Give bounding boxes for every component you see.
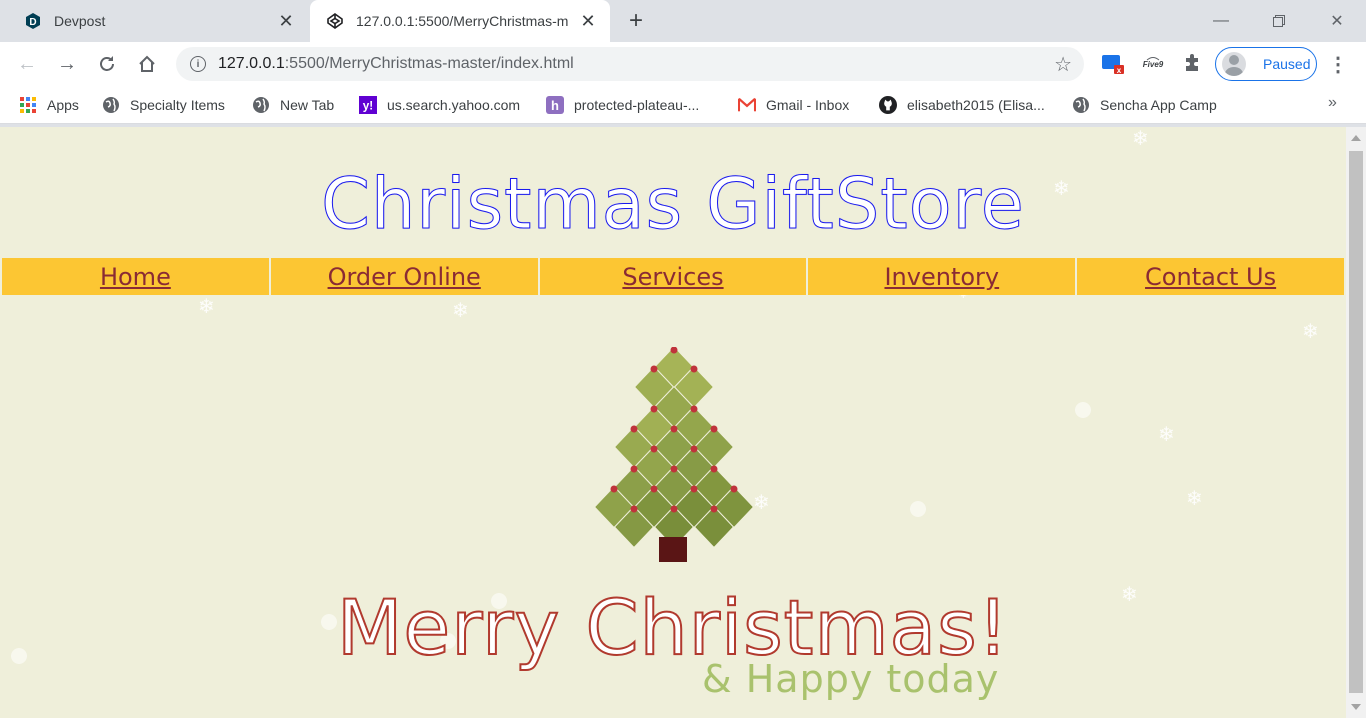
bookmark-label: us.search.yahoo.com	[387, 97, 521, 113]
svg-text:x: x	[1117, 66, 1122, 75]
chrome-menu-icon[interactable]: ⋮	[1326, 52, 1350, 76]
extensions-puzzle-icon[interactable]	[1180, 52, 1204, 76]
bookmark-sencha[interactable]: Sencha App Camp	[1072, 94, 1217, 116]
avatar	[1222, 52, 1246, 76]
forward-icon[interactable]: →	[53, 50, 81, 78]
nav-item-home: Home	[2, 258, 271, 295]
more-bookmarks-icon[interactable]: »	[1328, 94, 1337, 112]
new-tab-icon[interactable]: +	[622, 7, 650, 34]
scrollbar-thumb[interactable]	[1349, 151, 1363, 693]
nav-link-inventory[interactable]: Inventory	[884, 263, 999, 291]
nav-item-order-online: Order Online	[270, 258, 540, 295]
site-title: Christmas GiftStore	[321, 163, 1025, 246]
nav-link-order-online[interactable]: Order Online	[328, 263, 481, 291]
heroku-icon: h	[546, 96, 564, 114]
snowflake-icon: ❄	[452, 300, 469, 322]
bookmark-apps[interactable]: Apps	[19, 94, 79, 116]
snowflake-icon: ❄	[198, 296, 215, 318]
christmas-tree-illustration	[594, 347, 754, 562]
browser-toolbar: ← → i 127.0.0.1:5500/MerryChristmas-mast…	[0, 42, 1366, 86]
nav-link-services[interactable]: Services	[622, 263, 723, 291]
bookmark-label: elisabeth2015 (Elisa...	[907, 97, 1045, 113]
reload-icon[interactable]	[93, 50, 121, 78]
snowflake-icon: ❄	[1158, 424, 1175, 446]
globe-icon	[1072, 96, 1090, 114]
devpost-icon: D	[24, 12, 42, 30]
bookmark-gmail[interactable]: Gmail - Inbox	[738, 94, 849, 116]
snowflake-icon: ❄	[1186, 488, 1203, 510]
github-icon	[879, 96, 897, 114]
bookmarks-bar: Apps Specialty Items New Tab y! us.searc…	[0, 86, 1366, 124]
close-window-icon[interactable]: ✕	[1308, 0, 1366, 42]
tab-title: 127.0.0.1:5500/MerryChristmas-m	[356, 13, 569, 29]
address-url[interactable]: 127.0.0.1:5500/MerryChristmas-master/ind…	[218, 55, 1054, 73]
cast-extension-icon[interactable]: x	[1101, 52, 1125, 76]
profile-button[interactable]: Paused	[1215, 47, 1317, 81]
main-nav: Home Order Online Services Inventory Con…	[2, 258, 1344, 295]
profile-status: Paused	[1263, 56, 1311, 72]
restore-icon[interactable]	[1250, 0, 1308, 42]
bookmark-label: Apps	[47, 97, 79, 113]
merry-christmas-heading: Merry Christmas!	[336, 582, 1010, 673]
close-tab-icon[interactable]: ✕	[274, 9, 298, 33]
bookmark-label: Specialty Items	[130, 97, 225, 113]
nav-item-inventory: Inventory	[808, 258, 1078, 295]
snow-dot	[910, 501, 926, 517]
bookmark-github[interactable]: elisabeth2015 (Elisa...	[879, 94, 1045, 116]
globe-icon	[252, 96, 270, 114]
scroll-down-icon[interactable]	[1351, 704, 1361, 710]
home-icon[interactable]	[133, 50, 161, 78]
bookmark-star-icon[interactable]: ☆	[1054, 52, 1072, 77]
tab-devpost[interactable]: D Devpost ✕	[8, 0, 308, 42]
back-icon[interactable]: ←	[13, 50, 41, 78]
tab-title: Devpost	[54, 13, 106, 29]
nav-item-contact-us: Contact Us	[1077, 258, 1344, 295]
svg-text:Five9: Five9	[1143, 60, 1164, 69]
apps-grid-icon	[19, 96, 37, 114]
bookmark-label: Gmail - Inbox	[766, 97, 850, 113]
url-path: :5500/MerryChristmas-master/index.html	[284, 55, 574, 72]
page-scrollbar[interactable]	[1346, 127, 1366, 718]
snow-dot	[1075, 402, 1091, 418]
nav-link-contact-us[interactable]: Contact Us	[1145, 263, 1276, 291]
tree-foliage	[594, 347, 754, 548]
five9-extension-icon[interactable]: Five9	[1141, 52, 1165, 76]
snowflake-icon: ❄	[1302, 321, 1319, 343]
page-viewport: ❄ ❄ ❄ ❄ ❄ ❄ ❄ ❄ ❄ ❄ Christmas GiftStore …	[0, 127, 1346, 718]
snowflake-icon: ❄	[1132, 128, 1149, 150]
bookmark-specialty-items[interactable]: Specialty Items	[102, 94, 225, 116]
bookmark-protected-plateau[interactable]: h protected-plateau-...	[546, 94, 699, 116]
bookmark-label: New Tab	[280, 97, 335, 113]
site-info-icon[interactable]: i	[190, 56, 206, 72]
tab-strip: D Devpost ✕ 127.0.0.1:5500/MerryChristma…	[0, 0, 1366, 42]
bookmark-label: Sencha App Camp	[1100, 97, 1217, 113]
gmail-icon	[738, 96, 756, 114]
yahoo-icon: y!	[359, 96, 377, 114]
url-host: 127.0.0.1	[218, 55, 285, 72]
tab-merry-christmas[interactable]: 127.0.0.1:5500/MerryChristmas-m ✕	[310, 0, 610, 42]
svg-text:h: h	[551, 98, 559, 113]
globe-icon	[102, 96, 120, 114]
address-bar[interactable]: i 127.0.0.1:5500/MerryChristmas-master/i…	[176, 47, 1084, 81]
happy-today-subheading: & Happy today	[702, 657, 1000, 701]
minimize-icon[interactable]: —	[1192, 0, 1250, 42]
svg-text:y!: y!	[363, 100, 373, 113]
tree-trunk	[659, 537, 687, 562]
bookmark-new-tab[interactable]: New Tab	[252, 94, 334, 116]
svg-text:D: D	[29, 17, 36, 28]
bookmark-label: protected-plateau-...	[574, 97, 700, 113]
nav-link-home[interactable]: Home	[100, 263, 171, 291]
close-tab-icon[interactable]: ✕	[576, 9, 600, 33]
codepen-icon	[326, 12, 344, 30]
bookmark-yahoo[interactable]: y! us.search.yahoo.com	[359, 94, 520, 116]
scroll-up-icon[interactable]	[1351, 135, 1361, 141]
nav-item-services: Services	[539, 258, 809, 295]
